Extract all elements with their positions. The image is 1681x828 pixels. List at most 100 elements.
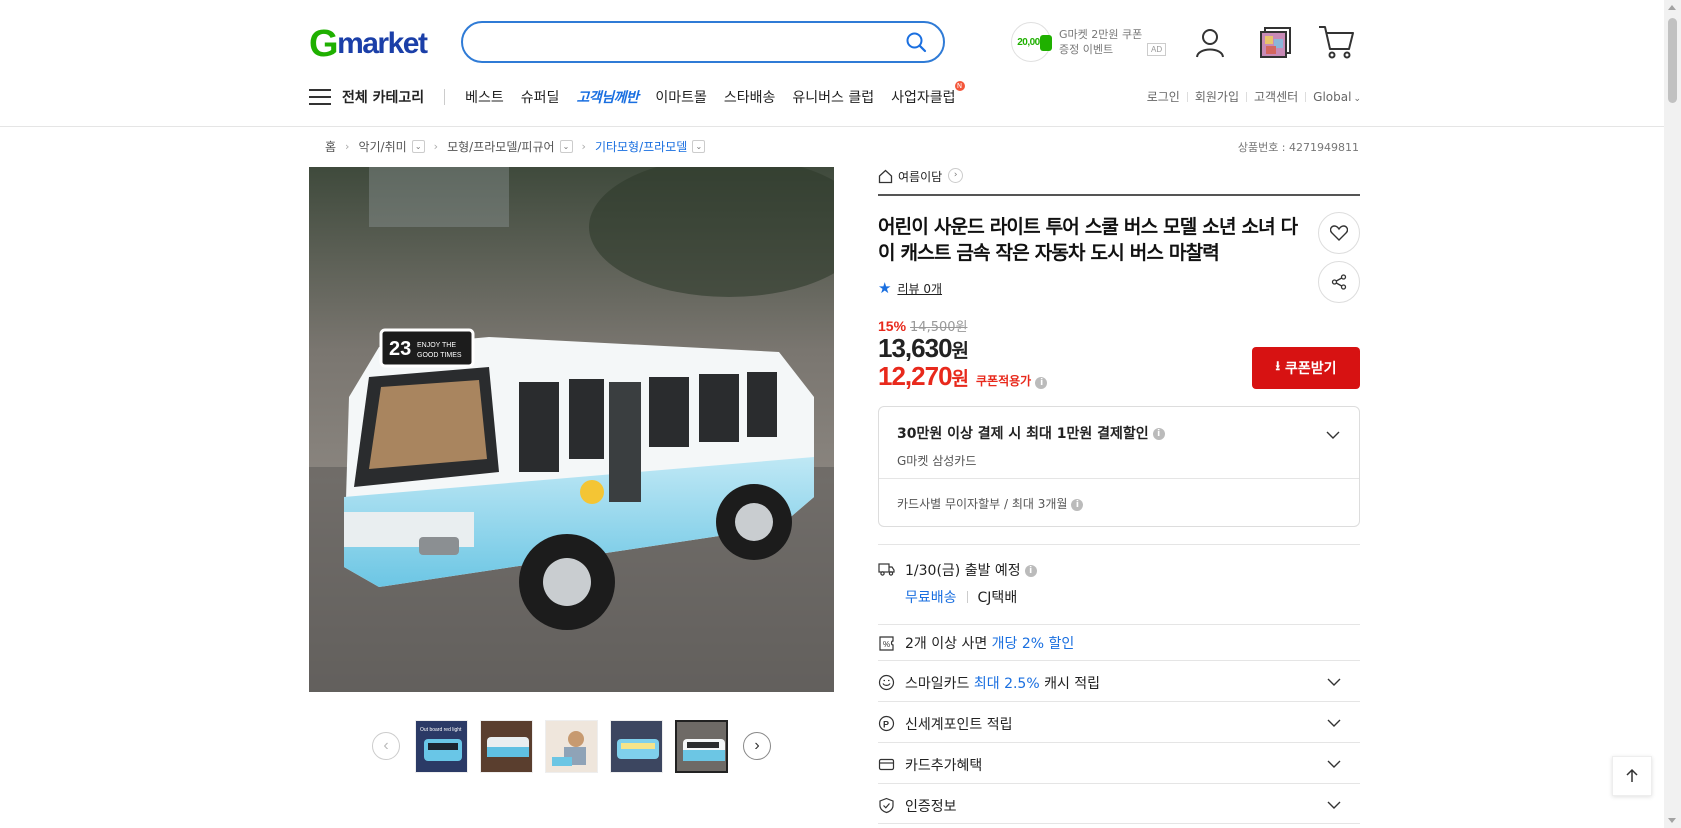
share-icon xyxy=(1331,274,1347,290)
info-icon[interactable]: i xyxy=(1024,565,1037,577)
smile-highlight: 최대 2.5% xyxy=(973,676,1040,692)
smile-icon xyxy=(878,674,895,691)
nav-universe-club[interactable]: 유니버스 클럽 xyxy=(792,87,874,107)
support-link[interactable]: 고객센터 xyxy=(1254,88,1298,105)
svg-text:P: P xyxy=(883,720,889,730)
multi-buy-prefix: 2개 이상 사면 xyxy=(905,636,992,652)
thumbnail-strip: ‹ Out board red light › xyxy=(372,718,772,774)
chevron-down-icon xyxy=(1327,801,1341,809)
card-extra-benefit-row[interactable]: 카드추가혜택 xyxy=(878,742,1360,783)
product-main-image[interactable]: 23 ENJOY THE GOOD TIMES xyxy=(309,167,834,692)
discount-tag-icon: % xyxy=(879,636,894,651)
main-nav: 전체 카테고리 베스트 슈퍼딜 고객님께반 이마트몰 스타배송 유니버스 클럽 … xyxy=(309,81,973,111)
new-badge: N xyxy=(954,81,965,91)
breadcrumb-level2[interactable]: 모형/프라모델/피규어 xyxy=(447,138,554,155)
recent-viewed-icon[interactable] xyxy=(1256,22,1296,62)
shinsegae-point-row[interactable]: P 신세계포인트 적립 xyxy=(878,701,1360,742)
card-benefit-toggle[interactable]: 30만원 이상 결제 시 최대 1만원 결제할인 i G마켓 삼성카드 xyxy=(879,407,1359,479)
breadcrumb-home[interactable]: 홈 xyxy=(325,138,336,155)
chevron-down-icon[interactable]: ⌄ xyxy=(559,139,573,153)
scroll-up-arrow-icon[interactable] xyxy=(1668,5,1676,10)
my-account-icon[interactable] xyxy=(1190,22,1230,62)
get-coupon-button[interactable]: ⭳ 쿠폰받기 xyxy=(1252,347,1360,389)
nav-best[interactable]: 베스트 xyxy=(465,87,504,107)
login-link[interactable]: 로그인 xyxy=(1147,88,1180,105)
search-input[interactable] xyxy=(479,31,879,53)
divider xyxy=(1186,91,1188,102)
chevron-right-icon: › xyxy=(948,168,964,183)
chevron-down-icon[interactable]: ⌄ xyxy=(692,139,706,153)
smile-suffix: 캐시 적립 xyxy=(1039,676,1101,692)
thumbnail-next-button[interactable]: › xyxy=(743,732,771,760)
thumbnail-2[interactable] xyxy=(480,719,533,773)
chevron-right-icon: › xyxy=(345,139,350,153)
chevron-right-icon: › xyxy=(433,139,439,153)
shipping-fee: 무료배송 xyxy=(905,590,957,606)
logo-text: market xyxy=(337,27,428,60)
nav-superdeal[interactable]: 슈퍼딜 xyxy=(521,87,560,107)
thumbnail-5[interactable] xyxy=(675,719,728,773)
info-icon[interactable]: i xyxy=(1152,428,1165,440)
scroll-down-arrow-icon[interactable] xyxy=(1668,818,1676,823)
shipping-date: 1/30(금) 출발 예정 xyxy=(905,563,1021,579)
review-summary[interactable]: ★ 리뷰 0개 xyxy=(878,279,942,297)
card-extra-label: 카드추가혜택 xyxy=(905,758,983,774)
ad-line1: G마켓 2만원 쿠폰 xyxy=(1059,28,1143,41)
thumbnail-4[interactable] xyxy=(610,719,663,773)
review-count[interactable]: 리뷰 0개 xyxy=(897,280,942,297)
global-link[interactable]: Global ⌄ xyxy=(1313,90,1361,104)
certification-row[interactable]: 인증정보 xyxy=(878,783,1360,824)
ad-line2: 증정 이벤트 xyxy=(1059,43,1114,56)
util-menu: 로그인 회원가입 고객센터 Global ⌄ xyxy=(1147,88,1361,105)
nav-emart-mall[interactable]: 이마트몰 xyxy=(655,87,707,107)
coupon-price-value: 12,270 xyxy=(878,361,953,391)
share-button[interactable] xyxy=(1318,261,1360,303)
hamburger-menu-icon[interactable] xyxy=(309,88,331,106)
price-unit: 원 xyxy=(951,368,970,390)
wishlist-button[interactable] xyxy=(1318,212,1360,254)
ad-banner[interactable]: 20,000 G마켓 2만원 쿠폰 증정 이벤트 xyxy=(1011,22,1163,62)
cart-icon[interactable] xyxy=(1316,22,1356,62)
chevron-down-icon xyxy=(1327,719,1341,727)
truck-icon xyxy=(878,563,895,576)
nav-business-club[interactable]: 사업자클럽 N xyxy=(891,81,965,107)
credit-card-icon xyxy=(878,758,895,771)
svg-text:Out board red light: Out board red light xyxy=(420,727,462,733)
thumbnail-prev-button[interactable]: ‹ xyxy=(372,732,400,760)
back-to-top-button[interactable] xyxy=(1612,756,1652,796)
multi-buy-highlight: 개당 2% 할인 xyxy=(991,636,1075,652)
search-box[interactable] xyxy=(461,21,945,63)
download-icon: ⭳ xyxy=(1275,359,1281,374)
thumbnail-3[interactable] xyxy=(545,719,598,773)
product-title: 어린이 사운드 라이트 투어 스쿨 버스 모델 소년 소녀 다이 캐스트 금속 … xyxy=(878,216,1298,264)
arrow-up-icon xyxy=(1626,768,1638,782)
all-category-button[interactable]: 전체 카테고리 xyxy=(342,87,424,107)
thumbnail-1[interactable]: Out board red light xyxy=(415,719,468,773)
shop-row[interactable]: 여름이담 › xyxy=(878,168,1360,196)
scrollbar-thumb[interactable] xyxy=(1668,18,1677,103)
ad-badge: AD xyxy=(1147,43,1167,56)
nav-business-club-label: 사업자클럽 xyxy=(891,90,956,106)
info-icon[interactable]: i xyxy=(1035,377,1048,389)
nav-customer-special[interactable]: 고객님께반 xyxy=(576,87,638,107)
svg-text:23: 23 xyxy=(389,338,411,360)
info-icon[interactable]: i xyxy=(1071,498,1084,511)
price-unit: 원 xyxy=(951,340,970,362)
card-benefit-main: 30만원 이상 결제 시 최대 1만원 결제할인 xyxy=(897,426,1149,442)
page-scrollbar[interactable] xyxy=(1664,0,1681,828)
coupon-coin-icon: 20,000 xyxy=(1011,22,1052,62)
smile-prefix: 스마일카드 xyxy=(905,676,974,692)
smile-card-row[interactable]: 스마일카드 최대 2.5% 캐시 적립 xyxy=(878,660,1360,701)
home-icon xyxy=(878,169,893,184)
nav-star-delivery[interactable]: 스타배송 xyxy=(724,87,776,107)
ad-text: G마켓 2만원 쿠폰 증정 이벤트 xyxy=(1059,27,1145,57)
signup-link[interactable]: 회원가입 xyxy=(1195,88,1239,105)
chevron-down-icon[interactable]: ⌄ xyxy=(411,139,425,153)
breadcrumb-level3[interactable]: 기타모형/프라모델 xyxy=(595,138,687,155)
logo-g: G xyxy=(309,22,339,65)
breadcrumb-level1[interactable]: 악기/취미 xyxy=(358,138,406,155)
search-icon[interactable] xyxy=(905,31,927,53)
card-benefit-sub: G마켓 삼성카드 xyxy=(897,454,977,468)
gmarket-logo[interactable]: Gmarket xyxy=(309,22,428,65)
shipping-detail: 무료배송 CJ택배 xyxy=(905,587,1017,607)
